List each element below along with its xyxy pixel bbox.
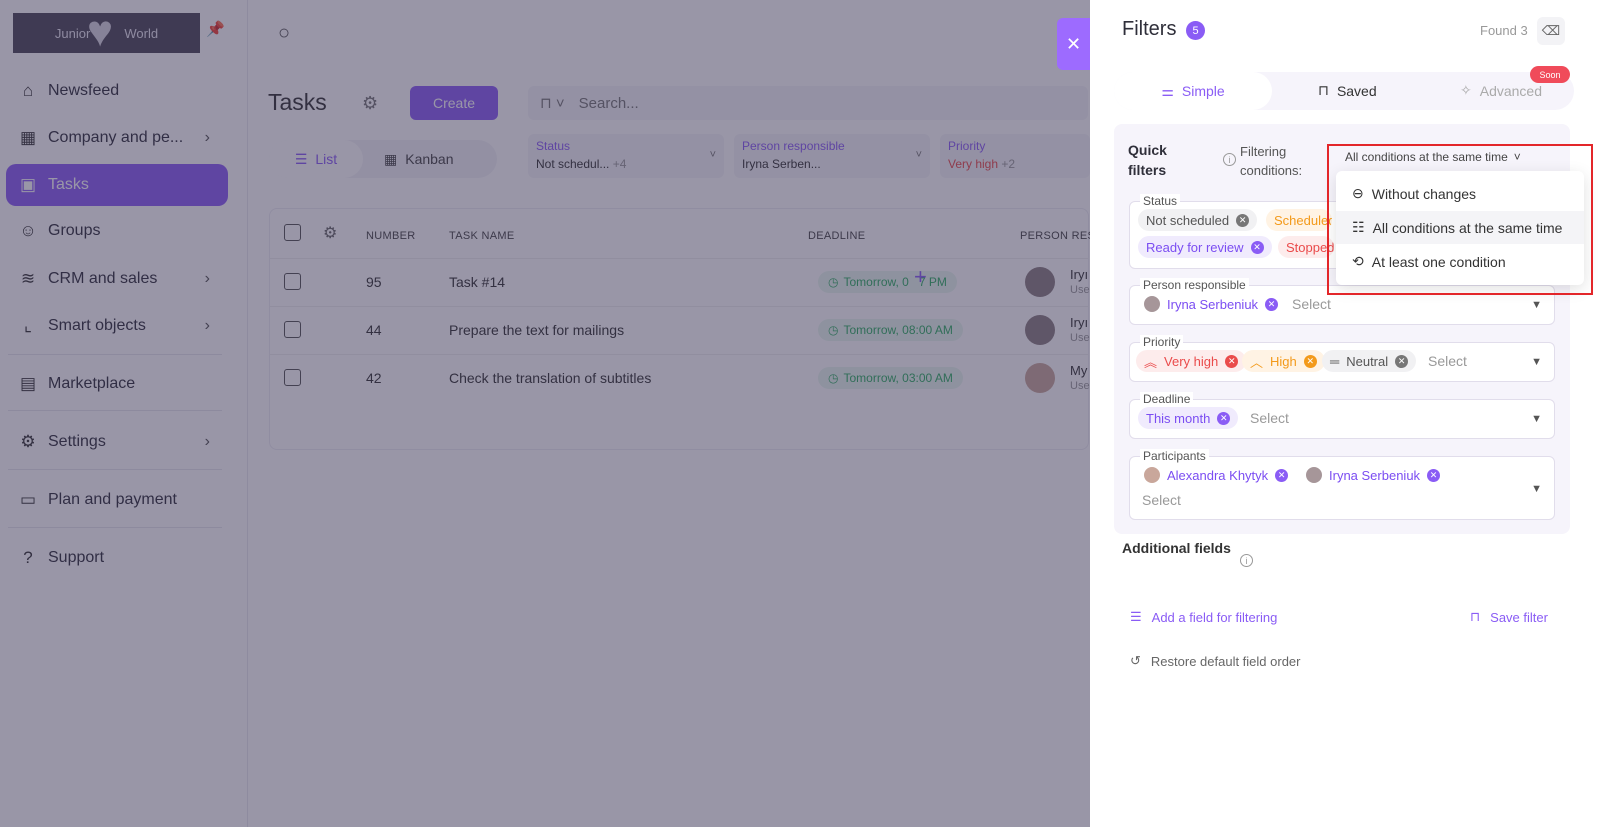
panel-title: Filters xyxy=(1122,18,1177,40)
remove-tag-icon[interactable]: ✕ xyxy=(1236,213,1250,227)
priority-tag: ═ Neutral ✕ xyxy=(1322,350,1417,372)
modal-backdrop[interactable] xyxy=(0,0,1090,827)
status-tag: Stopped xyxy=(1278,236,1334,258)
caret-down-icon: ▼ xyxy=(1531,356,1542,368)
filter-count-badge: 5 xyxy=(1186,21,1205,40)
soon-badge: Soon xyxy=(1530,66,1570,83)
filtering-conditions-label: Filtering conditions: xyxy=(1240,144,1303,178)
close-icon: ✕ xyxy=(1065,33,1082,54)
close-panel-button[interactable]: ✕ xyxy=(1057,18,1090,70)
caret-down-icon: ▼ xyxy=(1531,413,1542,425)
save-filter-button[interactable]: ⊓ Save filter xyxy=(1470,609,1548,625)
select-placeholder[interactable]: Select xyxy=(1292,296,1331,312)
remove-tag-icon[interactable]: ✕ xyxy=(1427,468,1441,482)
remove-tag-icon[interactable]: ✕ xyxy=(1265,297,1279,311)
person-tag: Iryna Serbeniuk ✕ xyxy=(1136,293,1286,315)
priority-tag: ︽ Very high ✕ xyxy=(1136,350,1247,372)
participant-tag: Alexandra Khytyk ✕ xyxy=(1136,464,1296,486)
tab-advanced[interactable]: ✧ Advanced xyxy=(1460,82,1542,99)
tab-saved[interactable]: ⊓ Saved xyxy=(1318,82,1377,99)
add-field-button[interactable]: ☰ Add a field for filtering xyxy=(1130,609,1277,625)
found-count: Found 3 xyxy=(1480,23,1528,38)
bookmark-icon: ⊓ xyxy=(1470,609,1481,624)
avatar xyxy=(1144,467,1160,483)
remove-tag-icon[interactable]: ✕ xyxy=(1303,354,1317,368)
clear-filters-button[interactable]: ⌫ xyxy=(1537,17,1565,45)
add-list-icon: ☰ xyxy=(1130,609,1142,624)
additional-fields-label: Additional fields xyxy=(1122,540,1231,556)
tab-simple[interactable]: ⚌ Simple xyxy=(1114,72,1272,110)
status-tag: Not scheduled ✕ xyxy=(1138,209,1258,231)
eraser-icon: ⌫ xyxy=(1541,23,1561,38)
info-icon[interactable]: i xyxy=(1223,153,1236,166)
select-placeholder[interactable]: Select xyxy=(1428,353,1467,369)
equals-icon: ═ xyxy=(1330,353,1340,369)
participant-tag: Iryna Serbeniuk ✕ xyxy=(1298,464,1448,486)
caret-down-icon: ▼ xyxy=(1531,299,1542,311)
remove-tag-icon[interactable]: ✕ xyxy=(1225,354,1239,368)
chevron-up-icon: ︿ xyxy=(1250,354,1264,370)
info-icon[interactable]: i xyxy=(1240,554,1253,567)
select-placeholder[interactable]: Select xyxy=(1142,492,1181,508)
status-tag: Scheduled xyxy=(1266,209,1332,231)
remove-tag-icon[interactable]: ✕ xyxy=(1217,411,1231,425)
remove-tag-icon[interactable]: ✕ xyxy=(1250,240,1264,254)
caret-down-icon: ▼ xyxy=(1531,483,1542,495)
remove-tag-icon[interactable]: ✕ xyxy=(1395,354,1409,368)
sliders-icon: ⚌ xyxy=(1161,82,1174,99)
select-placeholder[interactable]: Select xyxy=(1250,410,1289,426)
double-chevron-up-icon: ︽ xyxy=(1144,354,1158,370)
avatar xyxy=(1144,296,1160,312)
restore-icon: ↺ xyxy=(1130,653,1141,668)
restore-order-button[interactable]: ↺ Restore default field order xyxy=(1130,653,1301,669)
quick-filters-label: Quick filters xyxy=(1128,142,1167,178)
priority-tag: ︿ High ✕ xyxy=(1242,350,1325,372)
bookmark-icon: ⊓ xyxy=(1318,82,1329,98)
status-tag: Ready for review ✕ xyxy=(1138,236,1272,258)
magic-wand-icon: ✧ xyxy=(1460,82,1472,98)
deadline-tag: This month ✕ xyxy=(1138,407,1239,429)
highlight-box xyxy=(1327,144,1593,295)
remove-tag-icon[interactable]: ✕ xyxy=(1275,468,1289,482)
avatar xyxy=(1306,467,1322,483)
